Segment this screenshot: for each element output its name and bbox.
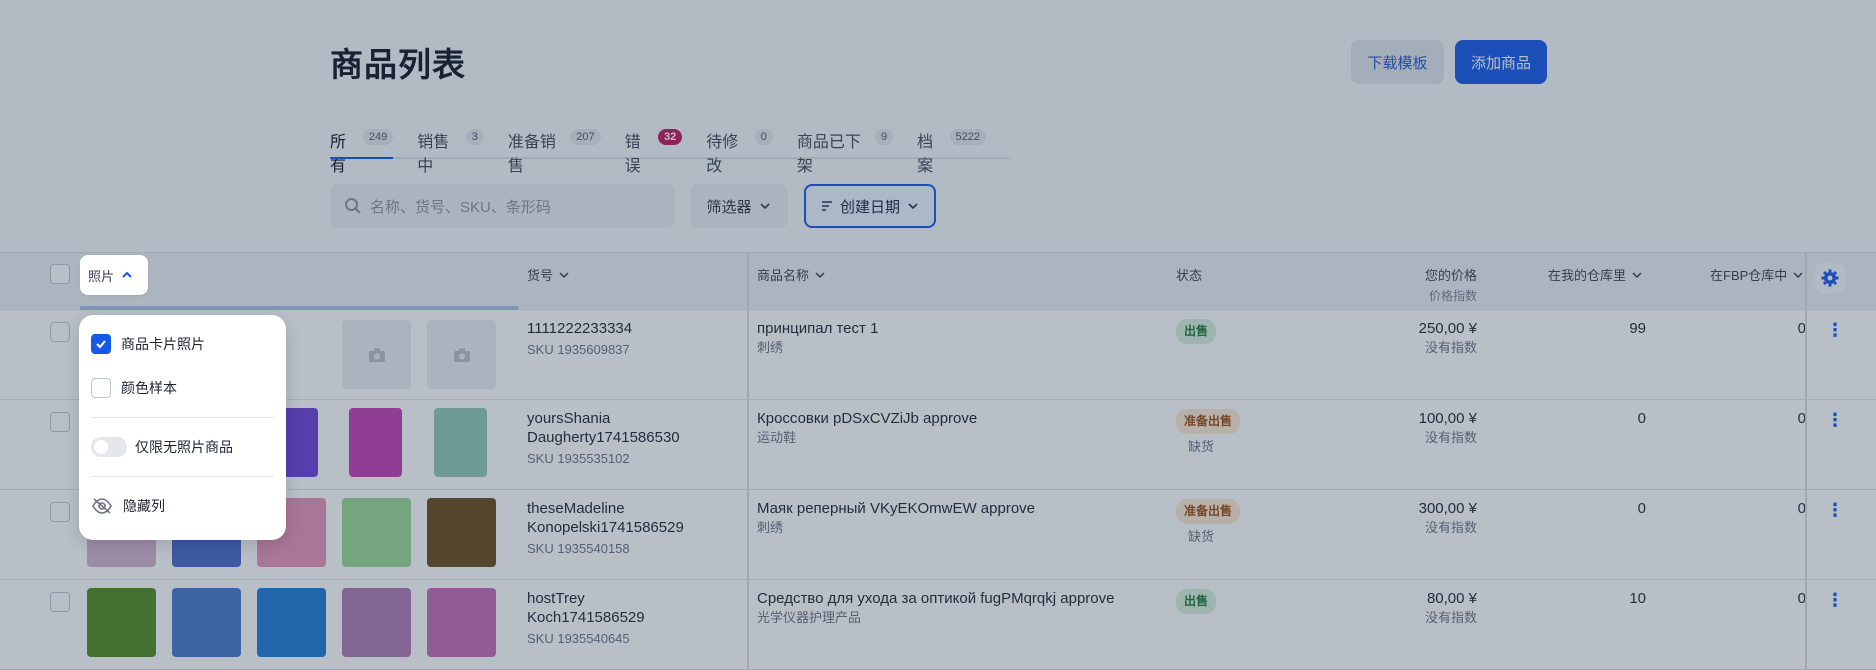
checkbox-checked[interactable] [91,334,111,354]
toggle-switch[interactable] [91,437,127,457]
eye-off-icon [92,498,112,514]
option-no-photo-only[interactable]: 仅限无照片商品 [91,434,274,460]
option-label: 商品卡片照片 [121,336,205,352]
option-color-sample[interactable]: 颜色样本 [91,375,274,401]
column-label: 照片 [88,268,115,284]
divider [91,417,274,418]
option-label: 隐藏列 [123,498,165,514]
divider [91,476,274,477]
chevron-up-icon [122,271,132,278]
check-icon [96,340,106,349]
column-photo[interactable]: 照片 [80,255,148,295]
option-hide-column[interactable]: 隐藏列 [91,493,274,519]
option-label: 颜色样本 [121,380,177,396]
photo-column-popup: 商品卡片照片 颜色样本 仅限无照片商品 隐藏列 [79,315,286,540]
option-card-photo[interactable]: 商品卡片照片 [91,331,274,357]
checkbox-unchecked[interactable] [91,378,111,398]
products-page: 商品列表 下载模板 添加商品 所有 249 销售中 3 准备销售 207 错误 32 待… [0,0,1876,670]
option-label: 仅限无照片商品 [135,439,233,455]
